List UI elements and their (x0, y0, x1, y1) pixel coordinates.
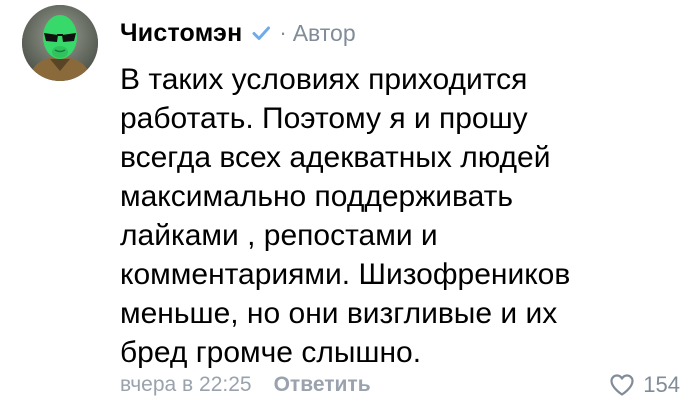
header-separator: · (279, 20, 287, 45)
comment-text: В таких условиях приходится работать. По… (120, 60, 680, 372)
comment: Чистомэн · Автор В таких условиях приход… (0, 0, 700, 416)
comment-text-line: комментариями. Шизофреников (120, 258, 571, 291)
verified-check-icon (251, 23, 271, 43)
comment-footer: вчера в 22:25 Ответить (120, 368, 371, 402)
like-button[interactable]: 154 (609, 368, 680, 402)
comment-text-line: В таких условиях приходится (120, 63, 528, 96)
alien-avatar-icon (22, 5, 98, 81)
comment-text-line: лайками , репостами и (120, 219, 438, 252)
comment-text-line: меньше, но они визгливые и их (120, 297, 558, 330)
heart-outline-icon (610, 374, 634, 396)
comment-text-line: работать. Поэтому я и прошу (120, 102, 528, 135)
comment-text-line: всегда всех адекватных людей (120, 141, 551, 174)
comment-text-line: максимально поддерживать (120, 180, 514, 213)
like-count: 154 (643, 372, 680, 397)
comment-header: Чистомэн · Автор (120, 14, 356, 52)
comment-timestamp: вчера в 22:25 (120, 373, 252, 396)
author-role-label: Автор (292, 19, 356, 46)
reply-button[interactable]: Ответить (274, 373, 371, 397)
comment-text-line: бред громче слышно. (120, 336, 422, 369)
author-name[interactable]: Чистомэн (120, 19, 242, 48)
author-avatar[interactable] (22, 5, 98, 81)
